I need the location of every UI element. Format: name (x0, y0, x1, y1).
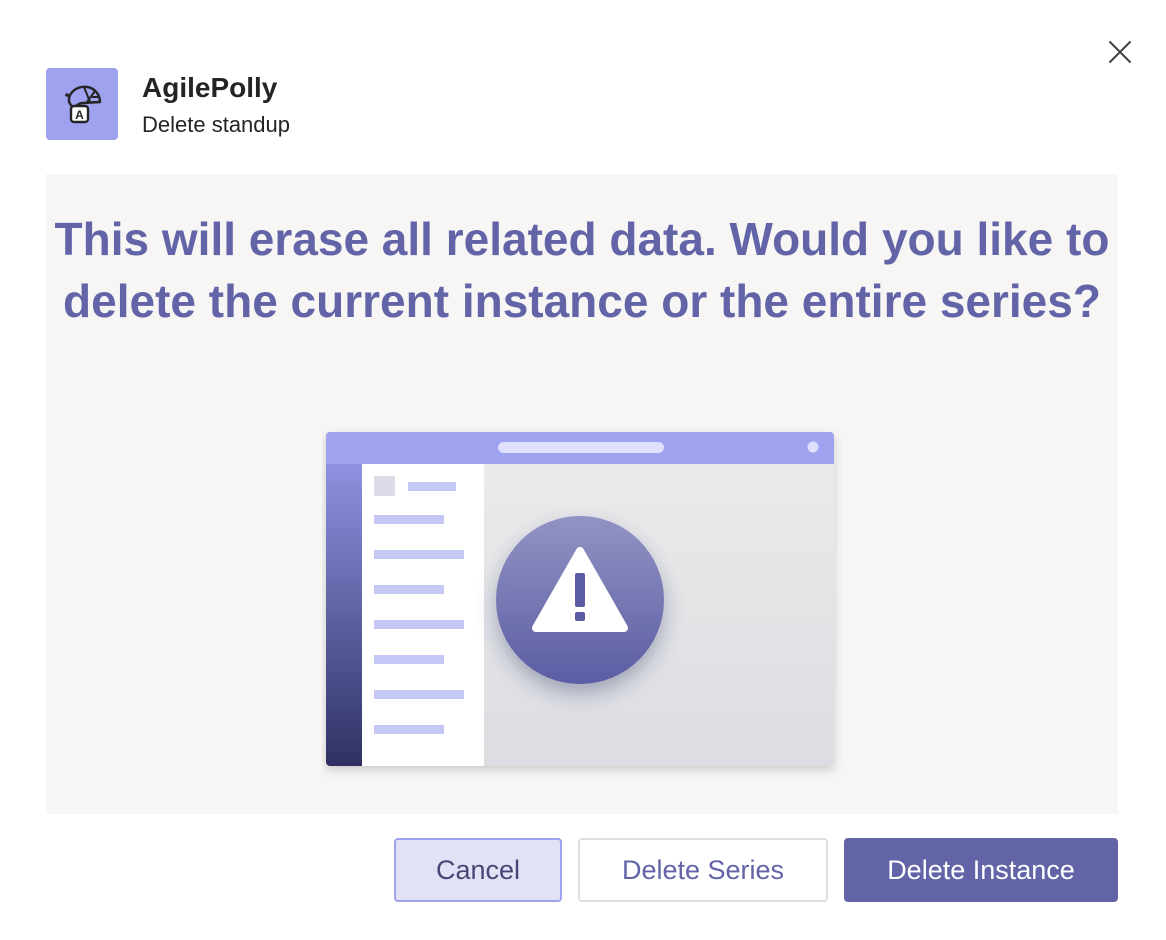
delete-series-button[interactable]: Delete Series (578, 838, 828, 902)
delete-instance-button[interactable]: Delete Instance (844, 838, 1118, 902)
close-icon (1109, 41, 1131, 63)
cancel-button[interactable]: Cancel (394, 838, 562, 902)
app-name: AgilePolly (142, 72, 278, 103)
confirmation-message: This will erase all related data. Would … (54, 213, 1110, 327)
app-window-illustration (326, 432, 834, 766)
warning-icon (496, 516, 664, 684)
agilepolly-logo-icon: A (65, 85, 102, 124)
content-panel: This will erase all related data. Would … (46, 174, 1118, 814)
dialog-subtitle: Delete standup (142, 112, 290, 137)
app-icon: A (46, 68, 118, 140)
close-button[interactable] (1100, 32, 1140, 72)
svg-text:A: A (75, 108, 84, 122)
